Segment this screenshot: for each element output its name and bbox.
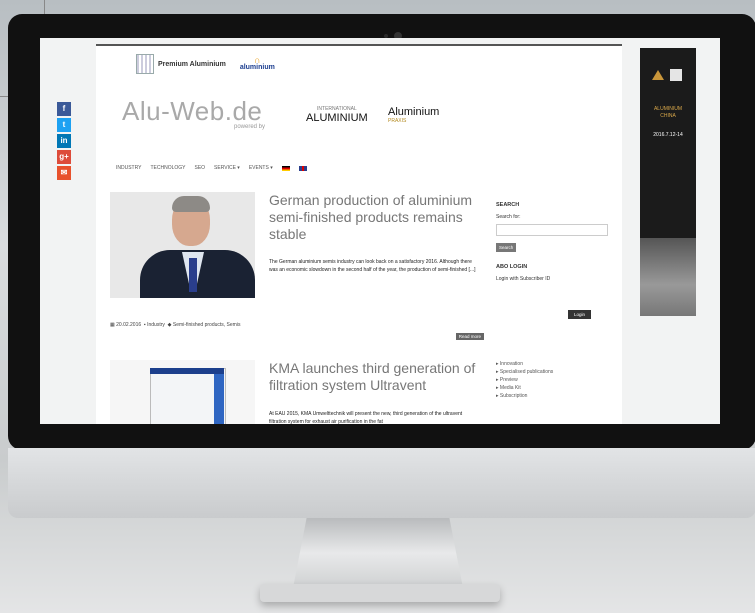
login-heading: ABO LOGIN	[496, 264, 528, 270]
sidebar-links: ▸ Innovation ▸ Specialised publications …	[496, 360, 553, 400]
nav-item-seo[interactable]: SEO	[194, 165, 205, 171]
monitor-base	[260, 584, 500, 602]
german-flag-icon[interactable]	[281, 165, 290, 171]
arch-icon: ∩	[254, 55, 261, 65]
googleplus-icon[interactable]: g+	[57, 150, 71, 164]
premium-aluminium-logo[interactable]: Premium Aluminium	[136, 54, 226, 74]
post-thumbnail[interactable]	[110, 360, 255, 424]
main-nav: INDUSTRY TECHNOLOGY SEO SERVICE ▾ EVENTS…	[116, 165, 307, 171]
english-flag-icon[interactable]	[298, 165, 307, 171]
post-card: German production of aluminium semi-fini…	[110, 192, 484, 342]
aluminium-china-ad[interactable]: ALUMINIUM CHINA 2016.7.12-14	[640, 48, 696, 316]
search-input[interactable]	[496, 224, 608, 236]
monitor-chin	[8, 448, 755, 518]
post-title[interactable]: German production of aluminium semi-fini…	[269, 192, 484, 243]
login-text: Login with Subscriber ID	[496, 276, 551, 282]
sidebar-link[interactable]: ▸ Preview	[496, 376, 553, 384]
browser-screen: f t in g+ ✉ Premium Aluminium ∩ aluminiu…	[40, 38, 720, 424]
linkedin-icon[interactable]: in	[57, 134, 71, 148]
sidebar-link[interactable]: ▸ Subscription	[496, 392, 553, 400]
monitor-stand	[293, 518, 463, 588]
post-card: KMA launches third generation of filtrat…	[110, 360, 484, 424]
nav-item-industry[interactable]: INDUSTRY	[116, 165, 141, 171]
sidebar-link[interactable]: ▸ Innovation	[496, 360, 553, 368]
post-excerpt: At EAU 2015, KMA Umwelttechnik will pres…	[269, 411, 463, 424]
social-share-bar: f t in g+ ✉	[57, 102, 71, 182]
ad-logo-icon	[652, 69, 682, 81]
sidebar-link[interactable]: ▸ Specialised publications	[496, 368, 553, 376]
site-header: Alu-Web.de powered by INTERNATIONAL ALUM…	[116, 94, 466, 140]
nav-item-technology[interactable]: TECHNOLOGY	[150, 165, 185, 171]
twitter-icon[interactable]: t	[57, 118, 71, 132]
email-icon[interactable]: ✉	[57, 166, 71, 180]
read-more-button[interactable]: Read more	[455, 333, 484, 340]
machine-image	[110, 360, 255, 424]
aluminium-international-logo[interactable]: INTERNATIONAL ALUMINIUM	[306, 106, 368, 124]
search-button[interactable]: Search	[496, 243, 517, 252]
post-excerpt: The German aluminium semis industry can …	[269, 259, 476, 273]
ad-date: 2016.7.12-14	[653, 132, 683, 138]
web-page: Premium Aluminium ∩ aluminium Alu-Web.de…	[96, 44, 622, 424]
sidebar: SEARCH Search for: Search ABO LOGIN Logi…	[496, 192, 616, 399]
search-label: Search for:	[496, 214, 521, 220]
aluminium-praxis-logo[interactable]: Aluminium PRAXIS	[388, 106, 439, 124]
powered-by-label: powered by	[234, 124, 266, 130]
search-heading: SEARCH	[496, 202, 520, 208]
site-title[interactable]: Alu-Web.de	[122, 96, 262, 127]
post-title[interactable]: KMA launches third generation of filtrat…	[269, 360, 484, 394]
post-meta: ▦ 20.02.2016 ▪ Industry ◆ Semi-finished …	[110, 322, 241, 328]
post-category[interactable]: Industry	[147, 322, 165, 328]
premium-label: Premium Aluminium	[158, 60, 226, 68]
post-date: 20.02.2016	[116, 322, 142, 328]
post-thumbnail[interactable]	[110, 192, 255, 298]
top-logos: Premium Aluminium ∩ aluminium	[136, 54, 275, 74]
login-button[interactable]: Login	[568, 310, 592, 319]
facebook-icon[interactable]: f	[57, 102, 71, 116]
ad-building-image	[640, 238, 696, 316]
portrait-image	[110, 192, 255, 298]
nav-item-events[interactable]: EVENTS ▾	[249, 165, 273, 171]
building-icon	[136, 54, 154, 74]
nav-item-service[interactable]: SERVICE ▾	[214, 165, 240, 171]
sidebar-link[interactable]: ▸ Media Kit	[496, 384, 553, 392]
aluminium-logo[interactable]: ∩ aluminium	[240, 55, 275, 72]
ad-title: ALUMINIUM CHINA	[653, 106, 683, 119]
post-tags[interactable]: Semi-finished products, Semis	[173, 322, 241, 328]
